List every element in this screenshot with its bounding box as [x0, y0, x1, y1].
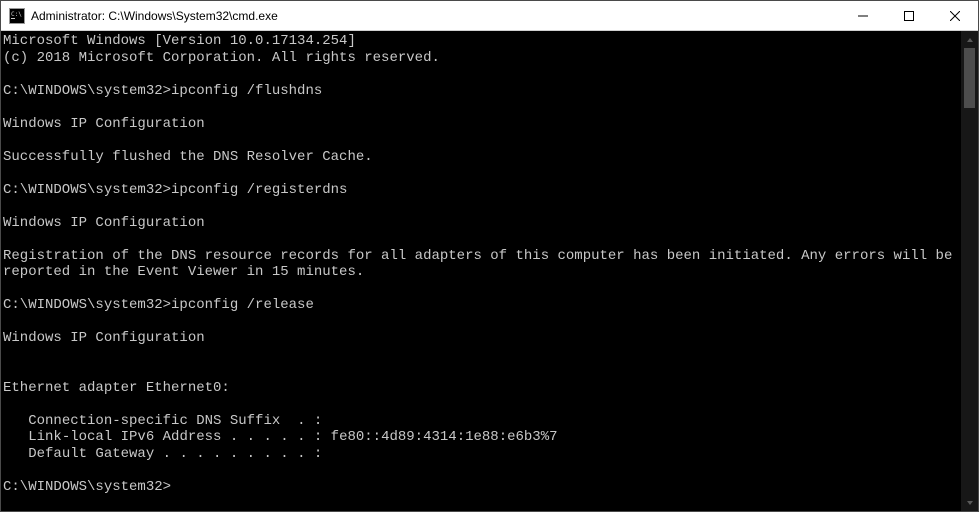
close-button[interactable]	[932, 1, 978, 30]
window-controls	[840, 1, 978, 30]
maximize-button[interactable]	[886, 1, 932, 30]
cmd-icon: C:\	[9, 8, 25, 24]
titlebar[interactable]: C:\ Administrator: C:\Windows\System32\c…	[1, 1, 978, 31]
cmd-window: C:\ Administrator: C:\Windows\System32\c…	[0, 0, 979, 512]
scrollbar-down-button[interactable]	[961, 494, 978, 511]
minimize-button[interactable]	[840, 1, 886, 30]
scrollbar-thumb[interactable]	[964, 48, 975, 108]
window-title: Administrator: C:\Windows\System32\cmd.e…	[31, 9, 840, 23]
scrollbar[interactable]	[961, 31, 978, 511]
terminal-output[interactable]: Microsoft Windows [Version 10.0.17134.25…	[1, 31, 961, 511]
svg-text:C:\: C:\	[11, 11, 22, 18]
scrollbar-up-button[interactable]	[961, 31, 978, 48]
terminal-area: Microsoft Windows [Version 10.0.17134.25…	[1, 31, 978, 511]
